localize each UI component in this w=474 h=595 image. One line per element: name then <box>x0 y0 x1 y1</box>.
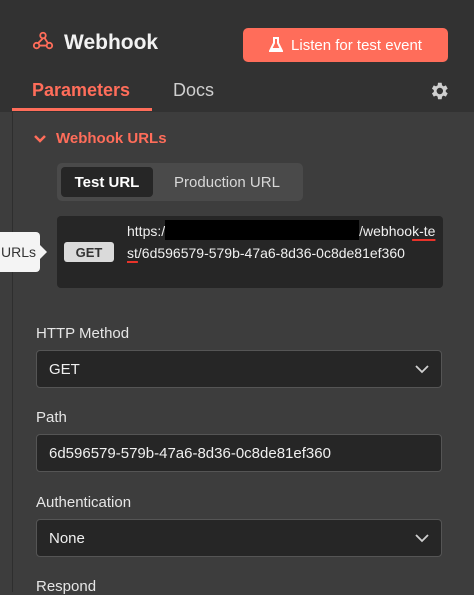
authentication-select[interactable]: None <box>36 519 442 557</box>
tab-parameters[interactable]: Parameters <box>32 80 130 101</box>
chevron-down-icon <box>415 533 429 542</box>
listen-for-test-event-button[interactable]: Listen for test event <box>243 28 448 62</box>
chevron-down-icon <box>415 364 429 373</box>
chevron-down-icon <box>34 134 46 143</box>
flask-icon <box>269 37 284 52</box>
tooltip: URLs <box>0 232 47 272</box>
webhook-icon <box>32 31 54 50</box>
gear-icon[interactable] <box>428 80 450 102</box>
production-url-option[interactable]: Production URL <box>157 167 297 197</box>
node-title: Webhook <box>64 31 159 54</box>
authentication-label: Authentication <box>36 494 132 511</box>
authentication-value: None <box>49 529 85 547</box>
tab-docs[interactable]: Docs <box>173 80 214 101</box>
url-type-toggle: Test URL Production URL <box>57 163 303 201</box>
url-after-redaction: /webhoo <box>359 223 413 239</box>
path-label: Path <box>36 409 67 426</box>
url-prefix: https:/ <box>127 223 166 239</box>
method-badge: GET <box>64 242 114 262</box>
path-input[interactable]: 6d596579-579b-47a6-8d36-0c8de81ef360 <box>36 434 442 472</box>
http-method-select[interactable]: GET <box>36 350 442 388</box>
respond-label: Respond <box>36 578 97 595</box>
url-suffix: /6d596579-579b-47a6-8d36-0c8de81ef360 <box>137 245 405 261</box>
path-value: 6d596579-579b-47a6-8d36-0c8de81ef360 <box>49 444 331 462</box>
webhook-url[interactable]: https://webhook-test/6d596579-579b-47a6-… <box>127 220 437 264</box>
http-method-value: GET <box>49 360 80 378</box>
listen-button-label: Listen for test event <box>291 36 422 54</box>
active-tab-indicator <box>12 108 152 111</box>
test-url-option[interactable]: Test URL <box>61 167 153 197</box>
section-title: Webhook URLs <box>56 130 167 147</box>
http-method-label: HTTP Method <box>36 325 130 342</box>
redacted-host <box>165 220 360 240</box>
webhook-urls-section-toggle[interactable]: Webhook URLs <box>34 130 167 147</box>
